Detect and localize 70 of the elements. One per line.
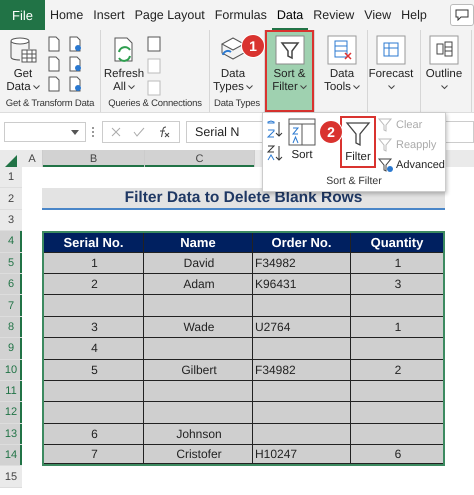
document-icon[interactable] bbox=[46, 76, 62, 92]
row-header[interactable]: 12 bbox=[0, 402, 22, 424]
check-icon[interactable] bbox=[133, 127, 145, 137]
ribbon-button[interactable]: Forecast bbox=[368, 32, 414, 94]
ribbon-button[interactable]: Get Data bbox=[0, 32, 46, 98]
filter-button[interactable]: Filter bbox=[340, 116, 376, 168]
ribbon-tab[interactable]: Insert bbox=[88, 0, 130, 30]
group-label: Queries & Connections bbox=[107, 98, 203, 111]
filter-icon bbox=[378, 137, 394, 153]
ribbon-tab[interactable]: Review bbox=[308, 0, 360, 30]
sort-button[interactable]: Sort bbox=[286, 116, 318, 168]
ribbon-tab[interactable]: Help bbox=[396, 0, 432, 30]
ribbon-tab[interactable]: Page Layout bbox=[130, 0, 210, 30]
document-icon[interactable] bbox=[46, 36, 62, 52]
ribbon-button[interactable]: Sort & Filter bbox=[265, 30, 314, 112]
table-cell: H10247 bbox=[253, 445, 351, 464]
comment-icon bbox=[455, 9, 469, 21]
ribbon-tab[interactable]: Data bbox=[272, 0, 308, 30]
sort-descending-icon[interactable] bbox=[266, 144, 284, 162]
table-icon bbox=[327, 35, 357, 65]
column-header[interactable]: C bbox=[145, 150, 255, 167]
document-icon[interactable] bbox=[67, 76, 83, 92]
sort-icon bbox=[288, 118, 316, 146]
step-badge: 2 bbox=[319, 120, 343, 144]
menu-option[interactable]: Advanced bbox=[378, 156, 445, 174]
table-cell: 6 bbox=[351, 445, 443, 464]
group-label: Sort & Filter bbox=[325, 175, 383, 189]
ribbon-button[interactable]: Outline bbox=[421, 32, 467, 94]
document-icon[interactable] bbox=[46, 56, 62, 72]
grip-icon bbox=[92, 127, 96, 137]
document-icon[interactable] bbox=[67, 36, 83, 52]
row-header[interactable]: 6 bbox=[0, 274, 22, 296]
filter-icon bbox=[378, 157, 394, 173]
ribbon-tab[interactable]: Formulas bbox=[210, 0, 272, 30]
row-header[interactable]: 4 bbox=[0, 231, 22, 253]
row-header[interactable]: 5 bbox=[0, 252, 22, 274]
row-header[interactable]: 14 bbox=[0, 445, 22, 466]
filter-icon bbox=[274, 35, 304, 65]
row-header[interactable]: 11 bbox=[0, 380, 22, 402]
row-header[interactable]: 1 bbox=[0, 167, 22, 188]
row-header[interactable]: 13 bbox=[0, 424, 22, 446]
group-label: Get & Transform Data bbox=[4, 98, 96, 111]
row-header[interactable]: 7 bbox=[0, 295, 22, 317]
file-tab[interactable]: File bbox=[0, 0, 45, 30]
step-badge: 1 bbox=[241, 34, 265, 58]
table-cell: 7 bbox=[44, 445, 144, 464]
ribbon-tab[interactable]: Home bbox=[44, 0, 88, 30]
sheet-title: Filter Data to Delete Blank Rows bbox=[42, 188, 445, 210]
row-header[interactable]: 15 bbox=[0, 466, 22, 488]
filter-icon bbox=[378, 117, 394, 133]
database-icon bbox=[8, 35, 38, 65]
group-label: Data Types bbox=[213, 98, 261, 111]
filter-icon bbox=[345, 120, 371, 148]
row-header[interactable]: 2 bbox=[0, 188, 22, 210]
ribbon-tab[interactable]: View bbox=[359, 0, 396, 30]
table-cell: Cristofer bbox=[144, 445, 253, 464]
caret-icon bbox=[71, 130, 79, 134]
ribbon-button[interactable]: Data Tools bbox=[319, 32, 365, 98]
document-icon[interactable] bbox=[67, 56, 83, 72]
row-header[interactable]: 10 bbox=[0, 360, 22, 381]
row-header[interactable]: 9 bbox=[0, 338, 22, 360]
function-icon[interactable] bbox=[157, 126, 171, 138]
ribbon-button[interactable]: Refresh All bbox=[101, 32, 147, 98]
row-header[interactable]: 8 bbox=[0, 316, 22, 338]
row-header[interactable]: 3 bbox=[0, 210, 22, 232]
comment-button[interactable] bbox=[450, 4, 474, 26]
sort-ascending-icon[interactable] bbox=[266, 120, 284, 138]
outline-icon bbox=[429, 35, 459, 65]
document-icon[interactable] bbox=[147, 36, 161, 52]
column-header[interactable]: B bbox=[43, 150, 145, 167]
